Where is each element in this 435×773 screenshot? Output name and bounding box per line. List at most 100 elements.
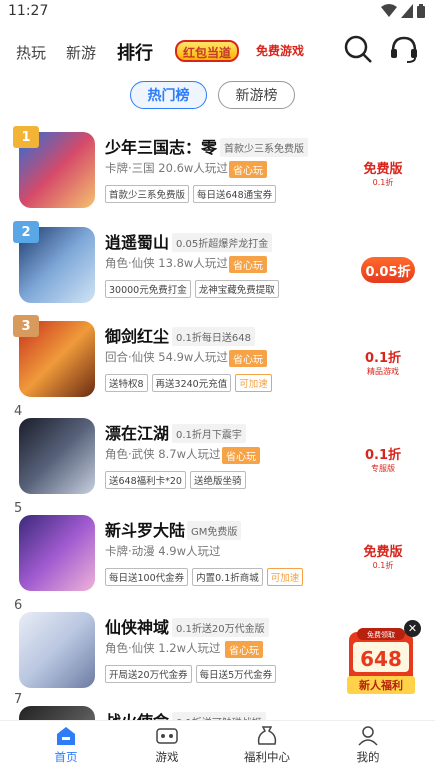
bottom-nav-games[interactable]: 游戏: [137, 725, 197, 765]
game-icon: [19, 706, 95, 720]
feature-tag: 内置0.1折商城: [192, 568, 263, 586]
status-badge: 省心玩: [225, 641, 263, 658]
rank-number: 4: [14, 404, 23, 419]
close-icon[interactable]: ✕: [404, 620, 421, 637]
bottom-nav-label: 游戏: [155, 750, 179, 764]
list-item[interactable]: 2 逍遥蜀山 0.05折超爆斧龙打金 角色·仙侠 13.8w人玩过 省心玩 30…: [0, 219, 435, 314]
bottom-nav-label: 首页: [54, 750, 78, 764]
discount-label: 免费版: [363, 162, 403, 177]
bottom-nav-home[interactable]: 首页: [36, 725, 96, 765]
rank-badge: 3: [13, 315, 39, 337]
signal-icon: [401, 4, 413, 18]
feature-tag: 送特权8: [105, 374, 148, 392]
feature-tag: 每日送100代金券: [105, 568, 189, 586]
tab-hot[interactable]: 热玩: [16, 42, 46, 63]
feature-tags: 30000元免费打金 龙神宝藏免费提取: [105, 280, 279, 298]
discount-sub: 精品游戏: [367, 367, 399, 376]
feature-tag: 送648福利卡*20: [105, 471, 186, 489]
list-item[interactable]: 4 漂在江湖 0.1折月下震宇 角色·武侠 8.7w人玩过 省心玩 送648福利…: [0, 404, 435, 505]
game-name: 御剑红尘: [105, 327, 170, 346]
game-name: 仙侠神域: [105, 618, 170, 637]
feature-tag: 每日送648通宝券: [193, 185, 277, 203]
discount-badge[interactable]: 0.1折 精品游戏: [351, 343, 415, 381]
float-ad-label: 新人福利: [359, 678, 403, 692]
float-ad-top: 免费领取: [367, 630, 395, 639]
user-icon: [358, 726, 378, 746]
promo-free-games[interactable]: 免费游戏: [250, 40, 311, 62]
bottom-nav-label: 福利中心: [244, 750, 290, 764]
bottom-nav-welfare[interactable]: 福利中心: [237, 725, 297, 765]
status-badge: 省心玩: [222, 447, 260, 464]
status-bar: 11:27: [0, 0, 435, 24]
feature-tag: 可加速: [235, 374, 272, 392]
game-icon: [19, 612, 95, 688]
tab-hot-list[interactable]: 热门榜: [130, 81, 207, 109]
game-meta: 卡牌·三国 20.6w人玩过: [105, 161, 228, 175]
feature-tag: 开局送20万代金券: [105, 665, 192, 683]
discount-label: 0.1折: [364, 448, 402, 463]
sub-tabs: 热门榜 新游榜: [0, 81, 435, 111]
discount-sub: 专服版: [371, 464, 395, 473]
game-subtitle: 0.1折月下震宇: [172, 424, 246, 443]
feature-tags: 首款少三系免费版 每日送648通宝券: [105, 185, 277, 203]
bottom-nav-profile[interactable]: 我的: [338, 725, 398, 765]
feature-tag: 首款少三系免费版: [105, 185, 190, 203]
float-ad-amount: 648: [360, 647, 402, 671]
money-bag-icon: [257, 726, 277, 745]
game-icon: [19, 418, 95, 494]
bottom-nav-label: 我的: [356, 750, 380, 764]
game-meta: 回合·仙侠 54.9w人玩过: [105, 350, 228, 364]
discount-badge[interactable]: 免费版 0.1折: [351, 154, 415, 192]
game-subtitle: 首款少三系免费版: [220, 138, 308, 157]
feature-tags: 每日送100代金券 内置0.1折商城 可加速: [105, 568, 304, 586]
discount-badge[interactable]: 免费版 0.1折: [351, 537, 415, 575]
tab-ranking[interactable]: 排行: [117, 39, 153, 65]
tab-new-list[interactable]: 新游榜: [218, 81, 295, 109]
status-icons: [381, 4, 425, 18]
discount-sub: 0.1折: [372, 561, 394, 570]
game-subtitle: 0.1折每日送648: [172, 327, 255, 346]
game-subtitle: 0.1折送可触碰战姬: [172, 712, 266, 720]
rank-number: 6: [14, 598, 23, 613]
rank-badge: 1: [13, 126, 39, 148]
list-item[interactable]: 3 御剑红尘 0.1折每日送648 回合·仙侠 54.9w人玩过 省心玩 送特权…: [0, 313, 435, 408]
game-subtitle: GM免费版: [187, 521, 242, 540]
discount-label: 免费版: [363, 545, 403, 560]
rank-number: 5: [14, 501, 23, 516]
headset-icon[interactable]: [389, 34, 419, 64]
game-meta: 角色·仙侠 13.8w人玩过: [105, 256, 228, 270]
discount-label: 0.1折: [364, 351, 402, 366]
tab-new[interactable]: 新游: [66, 42, 96, 63]
status-time: 11:27: [8, 3, 49, 19]
discount-badge[interactable]: 0.05折: [361, 257, 415, 283]
feature-tag: 每日送5万代金券: [195, 665, 277, 683]
game-icon: [19, 515, 95, 591]
list-item[interactable]: 5 新斗罗大陆 GM免费版 卡牌·动漫 4.9w人玩过 每日送100代金券 内置…: [0, 501, 435, 602]
game-controller-icon: [156, 728, 178, 744]
home-icon: [57, 727, 75, 745]
list-item[interactable]: 7 战火使命 0.1折送可触碰战姬: [0, 692, 435, 720]
game-name: 少年三国志：零: [105, 138, 218, 157]
discount-sub: 0.1折: [372, 178, 394, 187]
game-subtitle: 0.1折送20万代金版: [172, 618, 269, 637]
promo-redpacket[interactable]: 红包当道: [175, 40, 240, 62]
top-nav: 热玩 新游 排行 红包当道 免费游戏: [0, 30, 435, 74]
rank-number: 7: [14, 692, 23, 707]
game-meta: 角色·武侠 8.7w人玩过: [105, 447, 221, 461]
feature-tags: 开局送20万代金券 每日送5万代金券: [105, 665, 277, 683]
game-name: 战火使命: [105, 708, 169, 720]
game-subtitle: 0.05折超爆斧龙打金: [172, 233, 273, 252]
game-name: 逍遥蜀山: [105, 233, 170, 252]
wifi-icon: [381, 4, 397, 17]
feature-tag: 龙神宝藏免费提取: [194, 280, 279, 298]
game-name: 漂在江湖: [105, 424, 170, 443]
status-badge: 省心玩: [229, 350, 267, 367]
game-meta: 角色·仙侠 1.2w人玩过: [105, 641, 221, 655]
discount-badge[interactable]: 0.1折 专服版: [351, 440, 415, 478]
status-badge: 省心玩: [229, 161, 267, 178]
game-name: 新斗罗大陆: [105, 521, 186, 540]
newbie-welfare-ad[interactable]: 免费领取 648 新人福利: [343, 628, 419, 698]
search-icon[interactable]: [343, 34, 373, 64]
feature-tag: 可加速: [266, 568, 304, 586]
list-item[interactable]: 1 少年三国志：零 首款少三系免费版 卡牌·三国 20.6w人玩过 省心玩 首款…: [0, 124, 435, 219]
